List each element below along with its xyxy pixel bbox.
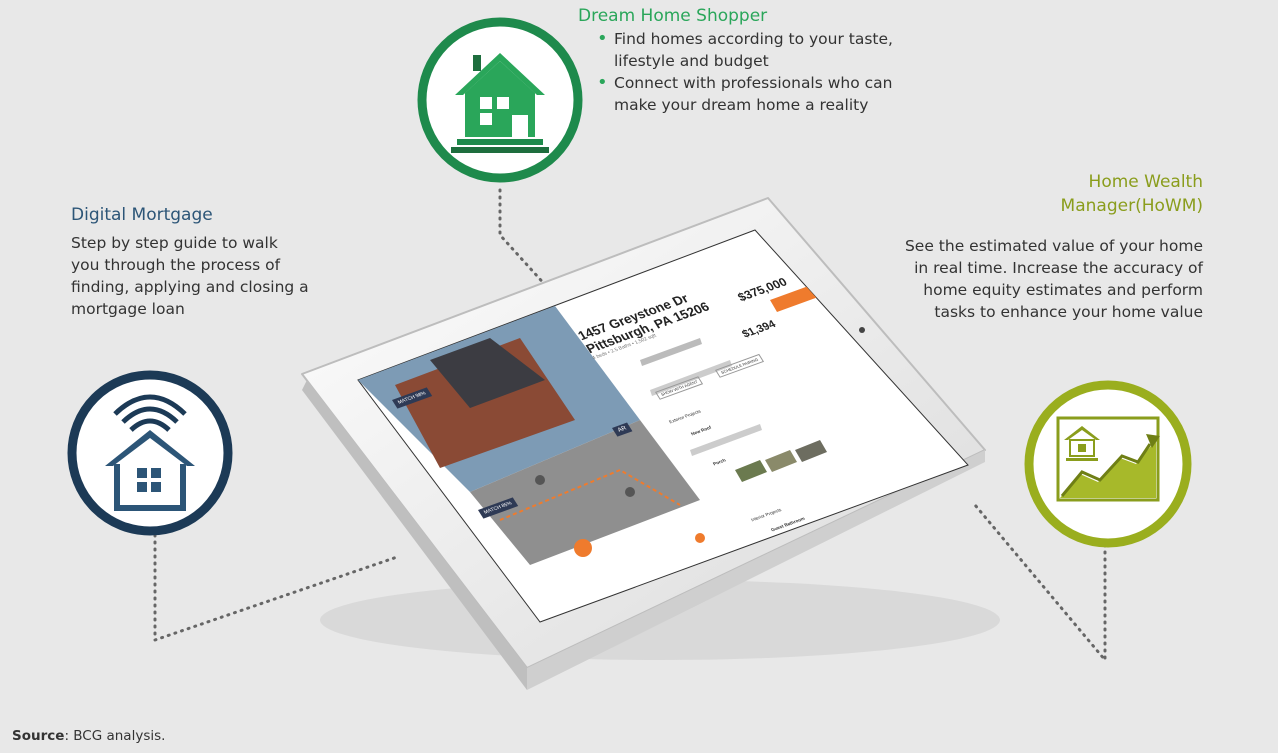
dream-home-shopper-title: Dream Home Shopper: [578, 6, 768, 26]
match-badge-2-pct: 85%: [500, 500, 514, 510]
source-label: Source: [12, 728, 65, 744]
howm-title-line2: Manager(HoWM): [1060, 196, 1203, 216]
howm-title-line1: Home Wealth: [1088, 172, 1203, 192]
home-wealth-manager-description: See the estimated value of your home in …: [904, 237, 1203, 321]
wifi-house-icon: [67, 370, 233, 536]
source-text: : BCG analysis.: [64, 728, 166, 744]
house-icon: [417, 17, 583, 183]
dream-home-bullet-2: Connect with professionals who can make …: [597, 72, 927, 116]
source-note: Source: BCG analysis.: [12, 728, 165, 744]
digital-mortgage-title: Digital Mortgage: [71, 205, 213, 225]
dream-home-shopper-bullets: Find homes according to your taste, life…: [597, 28, 927, 116]
dream-home-bullet-1: Find homes according to your taste, life…: [597, 28, 927, 72]
match-badge-1-pct: 98%: [414, 390, 428, 400]
house-growth-chart-icon: [1024, 380, 1192, 548]
home-wealth-manager-title: Home Wealth Manager(HoWM): [898, 170, 1203, 218]
digital-mortgage-description: Step by step guide to walk you through t…: [71, 234, 309, 318]
